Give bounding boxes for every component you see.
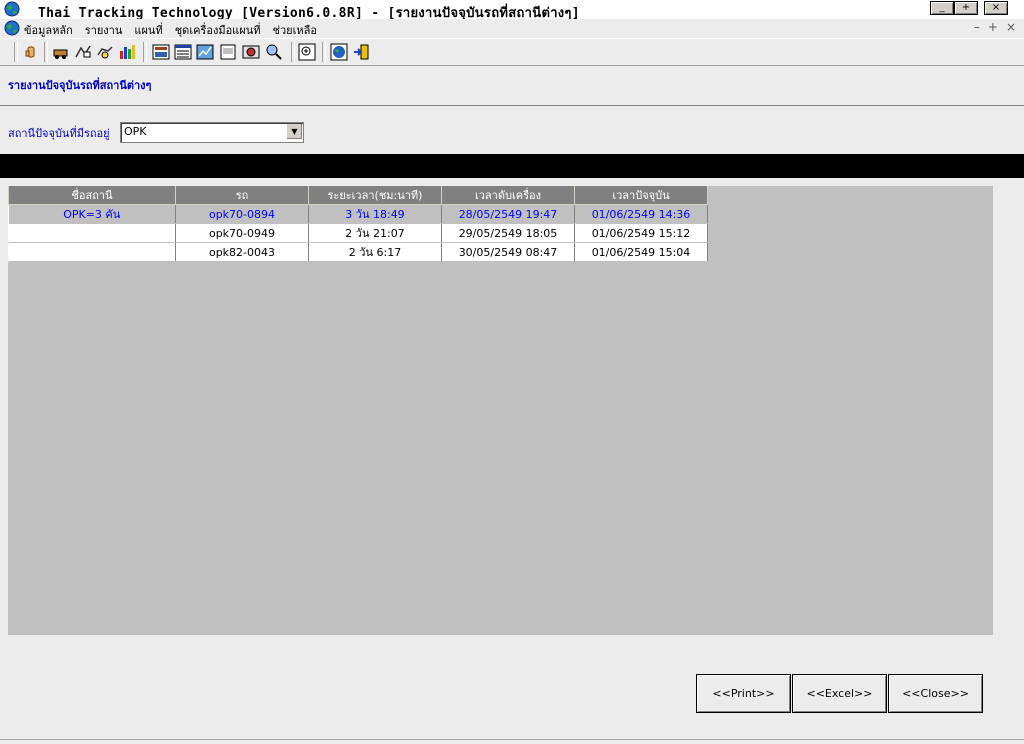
close-button[interactable]: <<Close>> — [888, 674, 983, 713]
col-header-duration[interactable]: ระยะเวลา(ชม:นาที) — [308, 186, 442, 205]
cell-station — [8, 242, 176, 262]
maximize-button[interactable]: + — [954, 1, 978, 15]
cell-station: OPK=3 คัน — [8, 204, 176, 224]
menu-map[interactable]: แผนที่ — [134, 21, 162, 39]
cell-vehicle: opk70-0894 — [175, 204, 309, 224]
list-icon[interactable] — [174, 43, 192, 61]
zoom-icon[interactable] — [298, 43, 316, 61]
cell-current-time: 01/06/2549 15:12 — [574, 223, 708, 243]
station-select-value: OPK — [124, 125, 147, 138]
mdi-restore-button[interactable]: + — [988, 20, 998, 34]
find-icon[interactable] — [265, 43, 283, 61]
map-icon[interactable] — [152, 43, 170, 61]
station-report-grid: ชื่อสถานี รถ ระยะเวลา(ชม:นาที) เวลาดับเค… — [8, 186, 708, 262]
mdi-minimize-button[interactable]: – — [974, 20, 980, 34]
cell-engine-off-time: 28/05/2549 19:47 — [441, 204, 575, 224]
menu-master-data[interactable]: ข้อมูลหลัก — [24, 21, 73, 39]
table-row[interactable]: OPK=3 คัน opk70-0894 3 วัน 18:49 28/05/2… — [8, 204, 708, 224]
menu-bar: ข้อมูลหลัก รายงาน แผนที่ ชุดเครื่องมือแผ… — [0, 19, 1024, 37]
cell-engine-off-time: 30/05/2549 08:47 — [441, 242, 575, 262]
photo-icon[interactable] — [242, 43, 260, 61]
menu-map-tools[interactable]: ชุดเครื่องมือแผนที่ — [175, 21, 261, 39]
cell-duration: 2 วัน 6:17 — [308, 242, 442, 262]
cell-engine-off-time: 29/05/2549 18:05 — [441, 223, 575, 243]
print-button[interactable]: <<Print>> — [696, 674, 791, 713]
document-icon[interactable] — [219, 43, 237, 61]
route-icon[interactable] — [74, 43, 92, 61]
table-row[interactable]: opk82-0043 2 วัน 6:17 30/05/2549 08:47 0… — [8, 242, 708, 262]
chevron-down-icon[interactable]: ▼ — [286, 124, 302, 139]
station-select[interactable]: OPK ▼ — [120, 122, 304, 143]
grid-area: ชื่อสถานี รถ ระยะเวลา(ชม:นาที) เวลาดับเค… — [8, 186, 993, 635]
cell-vehicle: opk70-0949 — [175, 223, 309, 243]
status-divider — [0, 739, 1024, 740]
menu-report[interactable]: รายงาน — [85, 21, 123, 39]
station-filter-label: สถานีปัจจุบันที่มีรถอยู่ — [8, 127, 110, 140]
cell-station — [8, 223, 176, 243]
black-band — [0, 154, 1024, 178]
title-bar: Thai Tracking Technology [Version6.0.8R]… — [0, 0, 1024, 21]
toolbar — [0, 38, 1024, 66]
col-header-vehicle[interactable]: รถ — [175, 186, 309, 205]
globe-icon[interactable] — [330, 43, 348, 61]
hand-icon[interactable] — [22, 43, 40, 61]
globe-icon — [4, 1, 20, 17]
col-header-station[interactable]: ชื่อสถานี — [8, 186, 176, 205]
exit-icon[interactable] — [352, 43, 370, 61]
report-chart-icon[interactable] — [196, 43, 214, 61]
col-header-current-time[interactable]: เวลาปัจจุบัน — [574, 186, 708, 205]
cell-duration: 3 วัน 18:49 — [308, 204, 442, 224]
table-row[interactable]: opk70-0949 2 วัน 21:07 29/05/2549 18:05 … — [8, 223, 708, 243]
vehicle-icon[interactable] — [52, 43, 70, 61]
excel-button[interactable]: <<Excel>> — [792, 674, 887, 713]
globe-icon — [4, 20, 20, 36]
menu-help[interactable]: ช่วยเหลือ — [272, 21, 316, 39]
mdi-close-button[interactable]: × — [1006, 20, 1016, 34]
cell-current-time: 01/06/2549 15:04 — [574, 242, 708, 262]
col-header-engine-off-time[interactable]: เวลาดับเครื่อง — [441, 186, 575, 205]
header-divider — [0, 105, 1024, 106]
cell-vehicle: opk82-0043 — [175, 242, 309, 262]
chart-icon[interactable] — [118, 43, 136, 61]
car-search-icon[interactable] — [96, 43, 114, 61]
close-window-button[interactable]: × — [984, 1, 1008, 15]
cell-current-time: 01/06/2549 14:36 — [574, 204, 708, 224]
report-title: รายงานปัจจุบันรถที่สถานีต่างๆ — [8, 79, 152, 92]
cell-duration: 2 วัน 21:07 — [308, 223, 442, 243]
minimize-button[interactable]: _ — [930, 1, 954, 15]
